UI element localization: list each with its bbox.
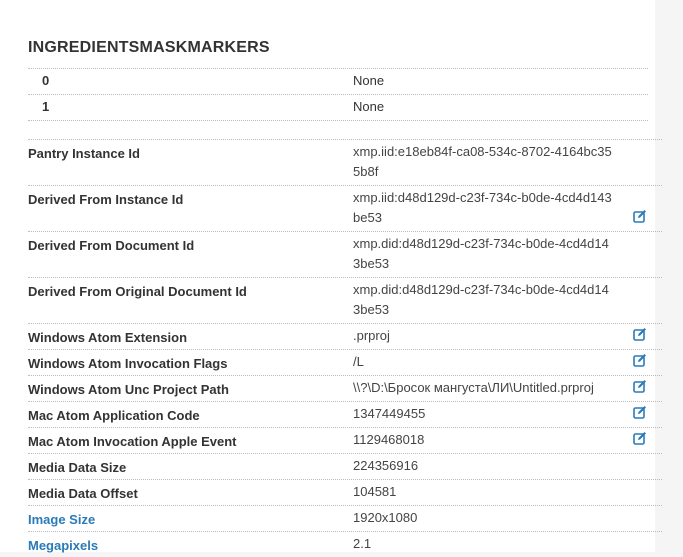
edit-icon[interactable] bbox=[633, 353, 647, 367]
row-value: 224356916 bbox=[353, 458, 419, 473]
row-value: 2.1 bbox=[353, 536, 372, 551]
row-label: Media Data Offset bbox=[28, 486, 138, 501]
row-value: /L bbox=[353, 354, 364, 369]
edit-icon[interactable] bbox=[633, 405, 647, 419]
row-windows-atom-extension: Windows Atom Extension .prproj bbox=[28, 323, 662, 349]
edit-icon[interactable] bbox=[633, 431, 647, 445]
table-row: 0 None bbox=[28, 68, 648, 94]
row-windows-atom-unc-project-path: Windows Atom Unc Project Path \\?\D:\Бро… bbox=[28, 375, 662, 401]
row-value: 1347449455 bbox=[353, 406, 426, 421]
row-value: 1129468018 bbox=[353, 432, 425, 447]
row-label: Media Data Size bbox=[28, 460, 127, 475]
row-value: xmp.iid:d48d129d-c23f-734c-b0de-4cd4d143… bbox=[353, 190, 612, 225]
section-title: INGREDIENTSMASKMARKERS bbox=[28, 39, 270, 56]
row-mac-atom-invocation-apple-event: Mac Atom Invocation Apple Event 11294680… bbox=[28, 427, 662, 453]
row-derived-from-instance-id: Derived From Instance Id xmp.iid:d48d129… bbox=[28, 185, 662, 231]
row-value: xmp.did:d48d129d-c23f-734c-b0de-4cd4d143… bbox=[353, 282, 609, 317]
row-label: Windows Atom Invocation Flags bbox=[28, 356, 228, 371]
row-derived-from-document-id: Derived From Document Id xmp.did:d48d129… bbox=[28, 231, 662, 277]
edit-icon[interactable] bbox=[633, 209, 647, 223]
row-label: Windows Atom Extension bbox=[28, 330, 188, 345]
row-pantry-instance-id: Pantry Instance Id xmp.iid:e18eb84f-ca08… bbox=[28, 139, 662, 185]
row-label: Derived From Document Id bbox=[28, 238, 195, 253]
metadata-table: Pantry Instance Id xmp.iid:e18eb84f-ca08… bbox=[28, 139, 662, 557]
row-value: .prproj bbox=[353, 328, 390, 343]
row-key: 0 bbox=[42, 73, 50, 88]
edit-icon[interactable] bbox=[633, 327, 647, 341]
image-size-link[interactable]: Image Size bbox=[28, 510, 95, 530]
row-label: Mac Atom Invocation Apple Event bbox=[28, 434, 237, 449]
edit-icon[interactable] bbox=[633, 379, 647, 393]
row-derived-from-original-document-id: Derived From Original Document Id xmp.di… bbox=[28, 277, 662, 323]
row-value: None bbox=[353, 73, 385, 88]
row-image-size: Image Size 1920x1080 bbox=[28, 505, 662, 531]
row-value: None bbox=[353, 99, 385, 114]
row-mac-atom-application-code: Mac Atom Application Code 1347449455 bbox=[28, 401, 662, 427]
row-value: \\?\D:\Бросок мангуста\ЛИ\Untitled.prpro… bbox=[353, 380, 594, 395]
row-label: Mac Atom Application Code bbox=[28, 408, 200, 423]
megapixels-link[interactable]: Megapixels bbox=[28, 536, 98, 556]
row-value: 104581 bbox=[353, 484, 397, 499]
row-label: Pantry Instance Id bbox=[28, 146, 140, 161]
table-row: 1 None bbox=[28, 94, 648, 121]
row-value: xmp.did:d48d129d-c23f-734c-b0de-4cd4d143… bbox=[353, 236, 609, 271]
row-label: Derived From Instance Id bbox=[28, 192, 184, 207]
row-value: 1920x1080 bbox=[353, 510, 418, 525]
row-media-data-offset: Media Data Offset 104581 bbox=[28, 479, 662, 505]
row-key: 1 bbox=[42, 99, 50, 114]
row-label: Derived From Original Document Id bbox=[28, 284, 247, 299]
row-media-data-size: Media Data Size 224356916 bbox=[28, 453, 662, 479]
row-windows-atom-invocation-flags: Windows Atom Invocation Flags /L bbox=[28, 349, 662, 375]
row-value: xmp.iid:e18eb84f-ca08-534c-8702-4164bc35… bbox=[353, 144, 612, 179]
metadata-panel: INGREDIENTSMASKMARKERS 0 None 1 None Pan… bbox=[0, 0, 662, 553]
ingredients-table: 0 None 1 None bbox=[28, 68, 648, 121]
row-label: Windows Atom Unc Project Path bbox=[28, 382, 229, 397]
row-megapixels: Megapixels 2.1 bbox=[28, 531, 662, 557]
